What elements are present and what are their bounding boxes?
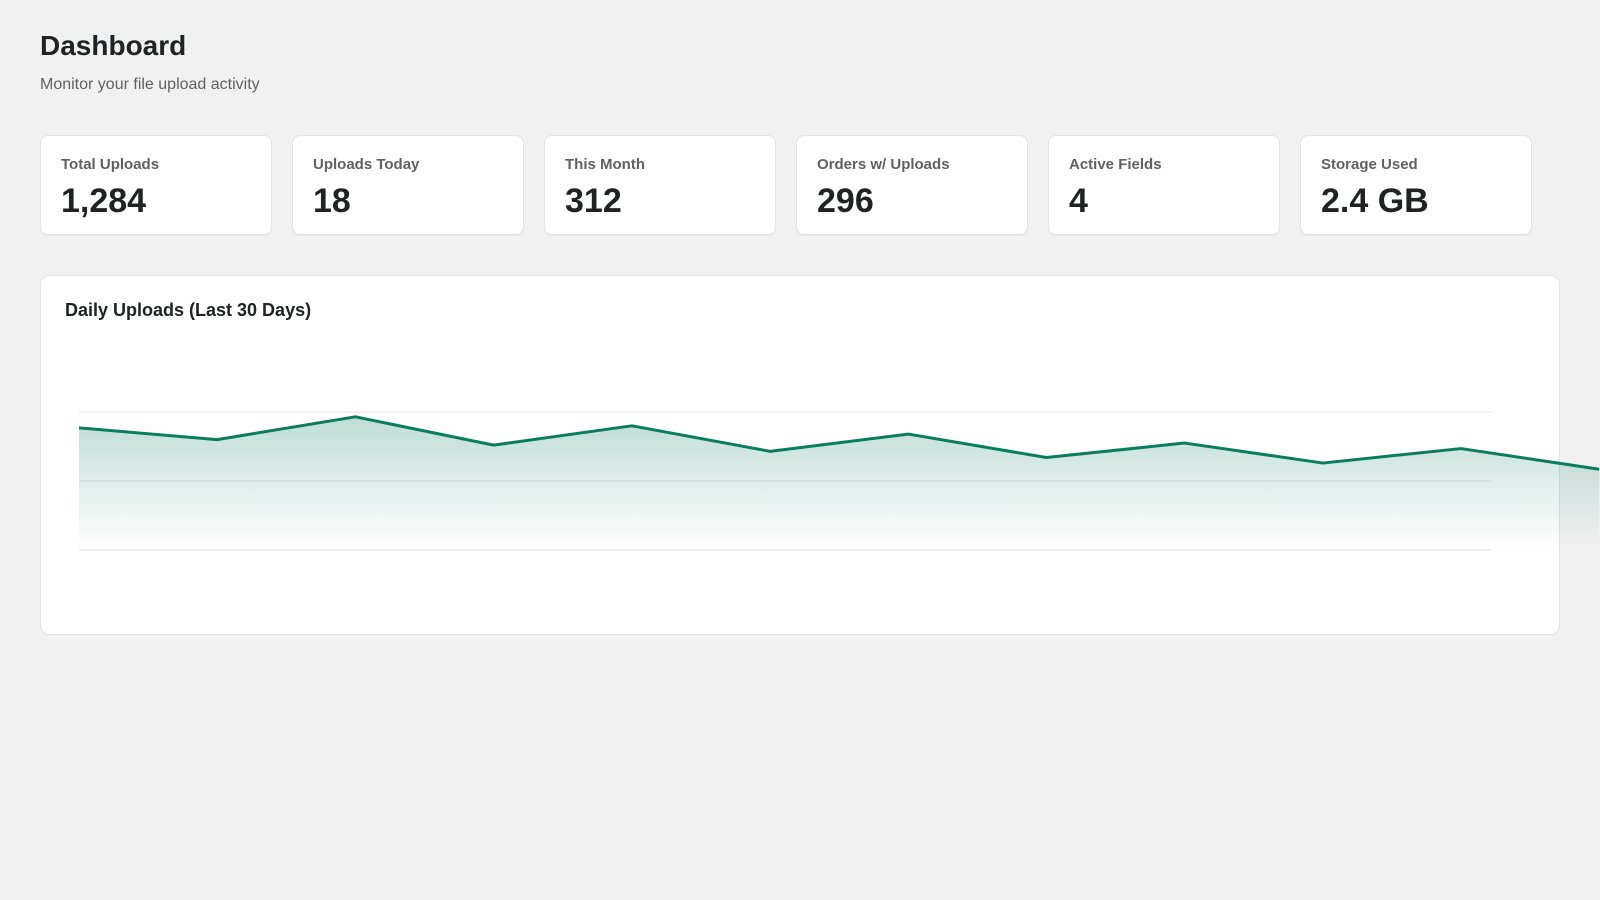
stat-value: 4: [1069, 182, 1088, 220]
stat-card-orders-with-uploads: Orders w/ Uploads 296: [796, 135, 1028, 235]
stat-value: 2.4 GB: [1321, 182, 1429, 220]
page-title: Dashboard: [40, 30, 187, 61]
chart-area-fill: [79, 416, 1600, 550]
chart-area-layer: [79, 416, 1600, 550]
stat-label: Uploads Today: [313, 156, 420, 173]
stat-label: Orders w/ Uploads: [817, 156, 950, 173]
stat-card-uploads-today: Uploads Today 18: [292, 135, 524, 235]
stat-label: Total Uploads: [61, 156, 160, 173]
stat-value: 1,284: [61, 182, 147, 220]
daily-uploads-chart: [78, 411, 1600, 551]
stat-label: Storage Used: [1321, 156, 1418, 173]
stat-label: This Month: [565, 156, 645, 173]
stat-card-this-month: This Month 312: [544, 135, 776, 235]
stat-card-active-fields: Active Fields 4: [1048, 135, 1280, 235]
stat-card-total-uploads: Total Uploads 1,284: [40, 135, 272, 235]
stat-value: 296: [817, 182, 874, 220]
stat-label: Active Fields: [1069, 156, 1162, 173]
daily-uploads-chart-card: Daily Uploads (Last 30 Days): [40, 275, 1600, 635]
page-subtitle: Monitor your file upload activity: [40, 76, 260, 93]
stats-row: Total Uploads 1,284 Uploads Today 18 Thi…: [40, 135, 1560, 235]
stat-value: 18: [313, 182, 351, 220]
stat-card-storage-used: Storage Used 2.4 GB: [1300, 135, 1532, 235]
stat-value: 312: [565, 182, 622, 220]
dashboard-page: Dashboard Monitor your file upload activ…: [0, 0, 1600, 900]
